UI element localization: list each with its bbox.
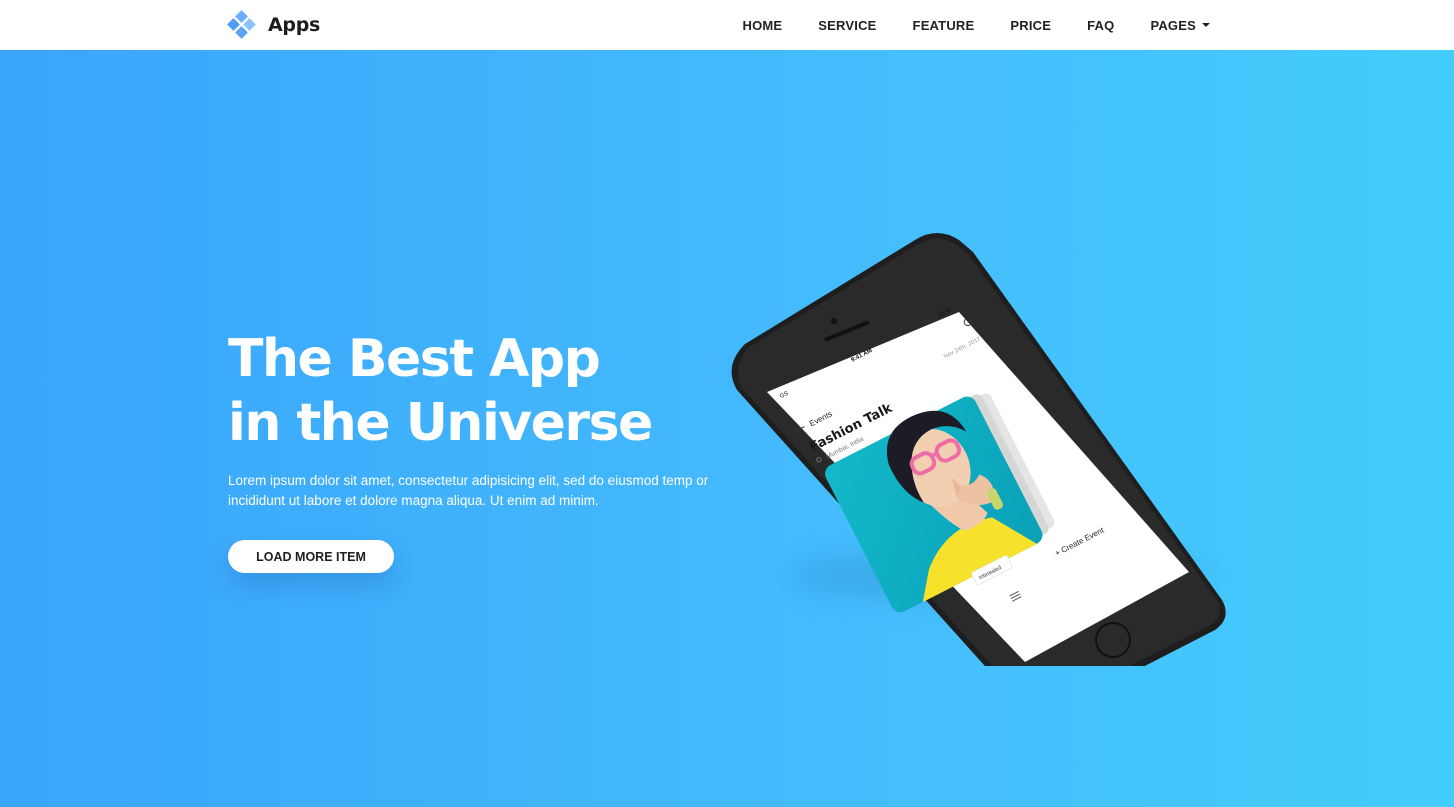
nav-pages-dropdown[interactable]: PAGES: [1150, 18, 1210, 33]
hero-section: The Best App in the Universe Lorem ipsum…: [0, 50, 1454, 807]
caret-down-icon: [1202, 23, 1210, 27]
phone-illustration: GS 9:41 AM 58 % Events Nov 24th, 2017 Fa…: [731, 233, 1226, 666]
nav-price[interactable]: PRICE: [1010, 18, 1051, 33]
nav-price-label: PRICE: [1010, 17, 1052, 33]
nav-pages-label: PAGES: [1150, 17, 1196, 33]
phone-mockup: GS 9:41 AM 58 % Events Nov 24th, 2017 Fa…: [727, 226, 1227, 666]
main-nav: HOME SERVICE FEATURE PRICE FAQ PAGES: [742, 0, 1210, 50]
nav-home[interactable]: HOME: [742, 18, 782, 33]
hero-description: Lorem ipsum dolor sit amet, consectetur …: [228, 473, 709, 508]
hero-title: The Best App in the Universe: [228, 327, 653, 455]
nav-faq-label: FAQ: [1087, 17, 1115, 33]
diamond-cluster-icon: [227, 10, 256, 39]
nav-feature-label: FEATURE: [912, 17, 975, 33]
hero-title-line2: in the Universe: [228, 393, 653, 453]
navbar: Apps HOME SERVICE FEATURE PRICE FAQ PAGE…: [0, 0, 1454, 50]
hero-title-line1: The Best App: [228, 329, 601, 389]
nav-faq[interactable]: FAQ: [1087, 18, 1114, 33]
nav-service-label: SERVICE: [818, 17, 877, 33]
brand-name: Apps: [268, 14, 321, 36]
brand-link[interactable]: Apps: [227, 10, 321, 39]
load-more-button[interactable]: LOAD MORE ITEM: [228, 540, 394, 573]
nav-service[interactable]: SERVICE: [818, 18, 876, 33]
nav-home-label: HOME: [742, 17, 783, 33]
nav-feature[interactable]: FEATURE: [913, 18, 975, 33]
